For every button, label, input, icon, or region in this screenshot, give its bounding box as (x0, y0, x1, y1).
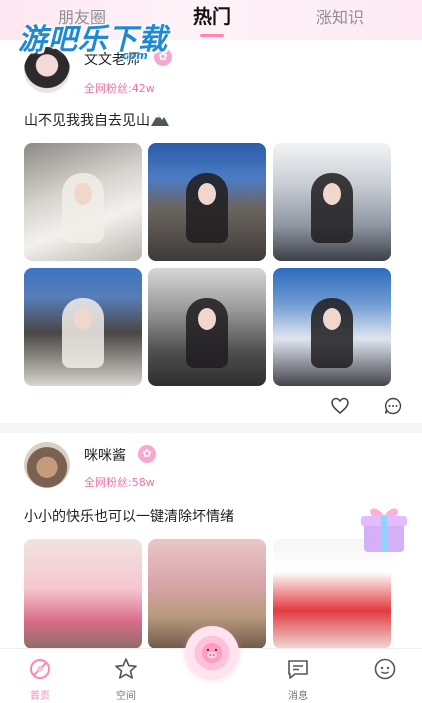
post-username[interactable]: 咪咪酱 (84, 445, 126, 465)
nav-profile[interactable] (355, 649, 415, 703)
center-publish-button[interactable] (185, 626, 239, 680)
star-icon (115, 658, 137, 679)
gift-box-icon[interactable] (356, 500, 412, 556)
nav-space-label: 空间 (116, 691, 136, 702)
post-image[interactable] (148, 268, 266, 386)
active-tab-indicator (200, 34, 224, 37)
mountain-emoji-icon (151, 114, 169, 126)
smiley-face-icon (374, 658, 396, 680)
watermark-domain: .com (118, 49, 148, 62)
nav-home-label: 首页 (30, 691, 50, 702)
pig-face-icon (202, 643, 222, 663)
post-image[interactable] (24, 539, 142, 649)
tab-hot[interactable]: 热门 (193, 2, 231, 29)
post-image[interactable] (148, 143, 266, 261)
fans-count: 全网粉丝:58w (84, 476, 155, 489)
nav-messages[interactable]: 消息 (268, 649, 328, 703)
post-text: 小小的快乐也可以一键清除坏情绪 (24, 509, 234, 525)
comment-icon[interactable] (384, 397, 402, 415)
post-image[interactable] (273, 268, 391, 386)
avatar[interactable] (24, 442, 70, 488)
post-image[interactable] (273, 143, 391, 261)
heart-icon[interactable] (331, 397, 349, 415)
fans-count: 全网粉丝:42w (84, 82, 155, 95)
flame-badge-icon: ✿ (138, 445, 156, 463)
post-image[interactable] (24, 268, 142, 386)
tab-knowledge[interactable]: 涨知识 (316, 4, 364, 28)
post-text: 山不见我我自去见山 (24, 110, 169, 130)
message-icon (288, 660, 308, 679)
home-icon (30, 659, 50, 679)
nav-messages-label: 消息 (288, 691, 308, 702)
nav-space[interactable]: 空间 (96, 649, 156, 703)
post-image[interactable] (24, 143, 142, 261)
post-divider (0, 423, 422, 433)
nav-home[interactable]: 首页 (10, 649, 70, 703)
